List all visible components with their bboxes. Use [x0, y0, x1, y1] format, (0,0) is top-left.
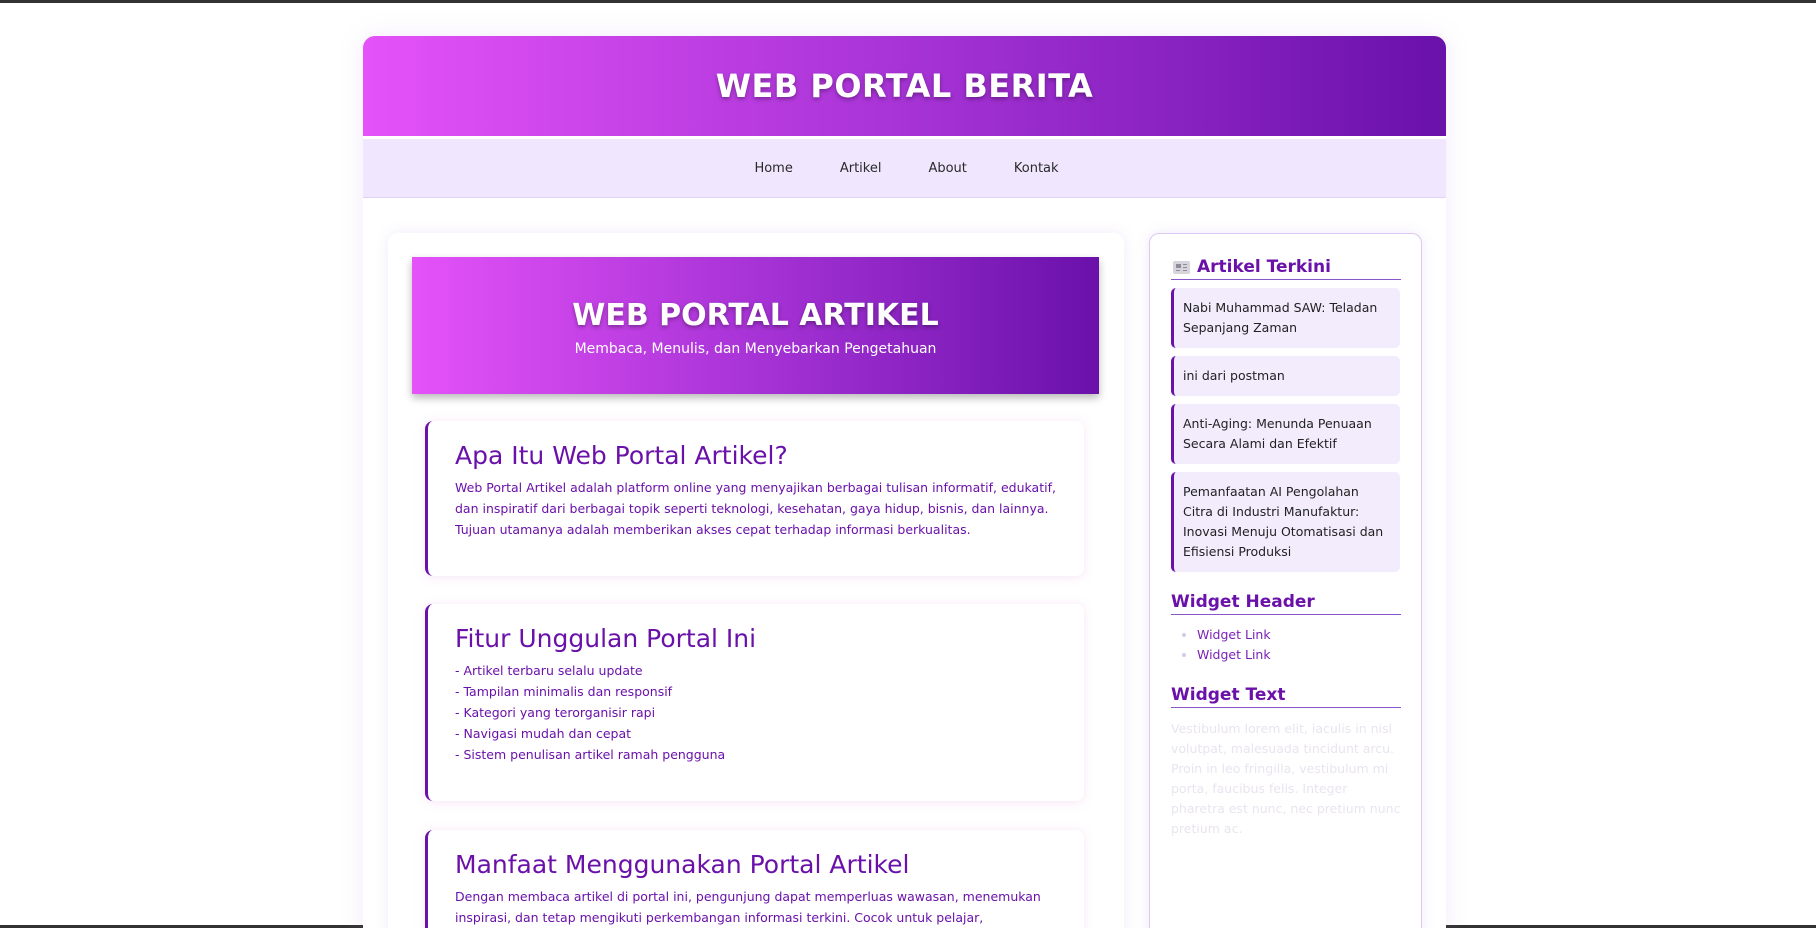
card-title: Manfaat Menggunakan Portal Artikel: [455, 850, 910, 879]
hero-title: WEB PORTAL ARTIKEL: [572, 298, 939, 333]
widget-link[interactable]: Widget Link: [1197, 627, 1271, 642]
hero-banner: WEB PORTAL ARTIKEL Membaca, Menulis, dan…: [412, 257, 1099, 394]
widget-link-item: Widget Link: [1197, 625, 1401, 645]
nav-item-home[interactable]: Home: [754, 161, 792, 176]
recent-articles-heading: Artikel Terkini: [1171, 256, 1401, 280]
feature-item: - Artikel terbaru selalu update: [455, 663, 643, 678]
benefits-card: Manfaat Menggunakan Portal Artikel Denga…: [425, 830, 1084, 928]
nav-item-artikel[interactable]: Artikel: [840, 161, 882, 176]
widget-text-title: Widget Text: [1171, 684, 1401, 708]
recent-articles-title: Artikel Terkini: [1197, 257, 1331, 277]
hero-subtitle: Membaca, Menulis, dan Menyebarkan Penget…: [574, 341, 937, 357]
recent-article-link[interactable]: Nabi Muhammad SAW: Teladan Sepanjang Zam…: [1171, 288, 1400, 348]
card-title: Apa Itu Web Portal Artikel?: [455, 441, 788, 470]
sidebar: Artikel Terkini Nabi Muhammad SAW: Telad…: [1149, 233, 1422, 928]
nav-item-kontak[interactable]: Kontak: [1014, 161, 1059, 176]
card-title: Fitur Unggulan Portal Ini: [455, 624, 757, 653]
widget-text: Vestibulum lorem elit, iaculis in nisl v…: [1171, 721, 1401, 836]
widget-link-item: Widget Link: [1197, 645, 1401, 665]
feature-item: - Tampilan minimalis dan responsif: [455, 684, 673, 699]
feature-item: - Navigasi mudah dan cepat: [455, 726, 632, 741]
recent-article-link[interactable]: Pemanfaatan AI Pengolahan Citra di Indus…: [1171, 472, 1400, 572]
card-body: Web Portal Artikel adalah platform onlin…: [455, 480, 1056, 537]
widget-link-list: Widget Link Widget Link: [1171, 625, 1401, 665]
newspaper-icon: [1173, 260, 1190, 274]
recent-article-link[interactable]: Anti-Aging: Menunda Penuaan Secara Alami…: [1171, 404, 1400, 464]
site-header: WEB PORTAL BERITA: [363, 36, 1446, 136]
feature-item: - Kategori yang terorganisir rapi: [455, 705, 656, 720]
main-nav: Home Artikel About Kontak: [363, 136, 1446, 198]
features-card: Fitur Unggulan Portal Ini - Artikel terb…: [425, 604, 1084, 801]
main-content: WEB PORTAL ARTIKEL Membaca, Menulis, dan…: [388, 233, 1124, 928]
widget-header-title: Widget Header: [1171, 591, 1401, 615]
widget-link[interactable]: Widget Link: [1197, 647, 1271, 662]
recent-article-link[interactable]: ini dari postman: [1171, 356, 1400, 396]
page-container: WEB PORTAL BERITA Home Artikel About Kon…: [363, 36, 1446, 928]
nav-item-about[interactable]: About: [928, 161, 966, 176]
card-body: Dengan membaca artikel di portal ini, pe…: [455, 889, 1041, 925]
info-card: Apa Itu Web Portal Artikel? Web Portal A…: [425, 421, 1084, 576]
site-title: WEB PORTAL BERITA: [715, 67, 1094, 105]
feature-item: - Sistem penulisan artikel ramah penggun…: [455, 747, 726, 762]
